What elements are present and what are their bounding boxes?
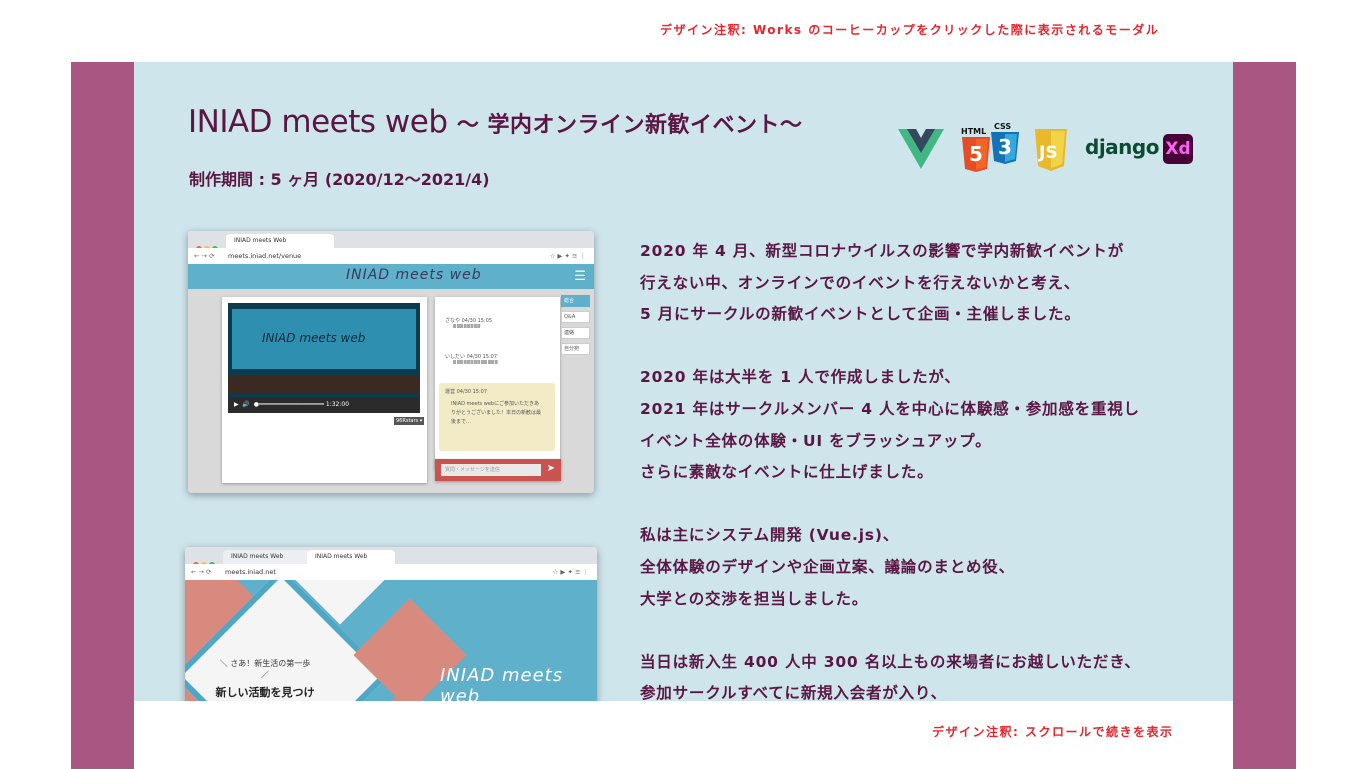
css3-logo: CSS 3 bbox=[991, 122, 1019, 164]
chat-message-meta: いしだい 04/30 15:07 bbox=[445, 354, 497, 360]
browser-tab: INIAD meets Web bbox=[226, 234, 334, 248]
design-annotation-bottom: デザイン注釈: スクロールで続きを表示 bbox=[932, 725, 1174, 739]
bubble-meta: 運営 04/30 15:07 bbox=[445, 389, 487, 395]
nav-icons: ← → ⟳ bbox=[191, 568, 212, 576]
production-period: 制作期間 : 5 ヶ月 (2020/12〜2021/4) bbox=[189, 170, 490, 189]
top-page: ＼ さあ！新生活の第一歩 ／ 新しい活動を見つけに。 入 場 INIAD mee… bbox=[185, 580, 597, 701]
chat-input-bar: 質問・メッセージを送信 ➤ bbox=[435, 459, 561, 481]
side-tab-3: 自分宛 bbox=[561, 343, 590, 355]
svg-text:JS: JS bbox=[1038, 143, 1058, 163]
description-paragraph: 2020 年 4 月、新型コロナウイルスの影響で学内新歓イベントが 行えない中、… bbox=[640, 236, 1200, 331]
venue-stage: INIAD meets web ▶ 🔊 ●━━━━━━━━━━━━━━━━━━ … bbox=[188, 289, 594, 493]
chat-side-tabs: 総合 Q&A 連絡 自分宛 bbox=[561, 295, 590, 359]
chat-bubble-official: 運営 04/30 15:07 INIAD meets webにご参加いただきあり… bbox=[439, 383, 555, 451]
django-logo: django bbox=[1085, 135, 1159, 159]
svg-text:5: 5 bbox=[969, 142, 983, 166]
decor-diamond bbox=[362, 687, 448, 701]
html5-logo: HTML 5 bbox=[961, 127, 990, 172]
description-line: イベント全体の体験・UI をブラッシュアップ。 bbox=[640, 431, 992, 450]
tagline-small: ＼ さあ！新生活の第一歩 ／ bbox=[219, 659, 311, 679]
side-tab-2: 連絡 bbox=[561, 327, 590, 339]
vue-logo bbox=[898, 129, 944, 169]
bubble-body: INIAD meets webにご参加いただきありがとうございました！本日の新歓… bbox=[451, 401, 542, 425]
nav-icons: ← → ⟳ bbox=[194, 252, 215, 260]
chat-message: いしだい 04/30 15:07 ⅢⅢⅢⅢⅢⅢⅢⅢⅢⅢⅢⅢⅢ bbox=[445, 353, 498, 366]
chat-message-body: ⅢⅢⅢⅢⅢⅢⅢⅢ bbox=[453, 324, 481, 330]
video-controls: ▶ 🔊 ●━━━━━━━━━━━━━━━━━━ 1:32:00 bbox=[228, 397, 420, 413]
svg-text:3: 3 bbox=[998, 135, 1012, 159]
chat-message-body: ⅢⅢⅢⅢⅢⅢⅢⅢⅢⅢⅢⅢⅢ bbox=[453, 360, 498, 366]
browser-tab-active: INIAD meets Web bbox=[307, 550, 395, 564]
url-text: meets.iniad.net/venue bbox=[228, 252, 302, 260]
chat-message: ざなや 04/30 15:05 ⅢⅢⅢⅢⅢⅢⅢⅢ bbox=[445, 317, 492, 330]
design-annotation-top: デザイン注釈: Works のコーヒーカップをクリックした際に表示されるモーダル bbox=[660, 23, 1160, 37]
description-line: 参加サークルすべてに新規入会者が入り、 bbox=[640, 684, 947, 701]
app-logo: INIAD meets web bbox=[440, 665, 564, 701]
extension-icons: ☆ ▶ ✦ ≡ ⋮ bbox=[549, 252, 586, 260]
screenshot-venue: INIAD meets Web ← → ⟳ meets.iniad.net/ve… bbox=[188, 231, 594, 493]
browser-tab: INIAD meets Web bbox=[223, 550, 311, 564]
entry-panel: ＼ さあ！新生活の第一歩 ／ 新しい活動を見つけに。 入 場 bbox=[215, 658, 315, 701]
modal-title: INIAD meets web 〜 学内オンライン新歓イベント〜 bbox=[188, 104, 803, 140]
app-logo: INIAD meets web bbox=[346, 267, 482, 283]
description-line: 当日は新入生 400 人中 300 名以上もの来場者にお越しいただき、 bbox=[640, 652, 1141, 671]
description-paragraph: 私は主にシステム開発 (Vue.js)、 全体体験のデザインや企画立案、議論のま… bbox=[640, 520, 1200, 615]
description-line: 5 月にサークルの新歓イベントとして企画・主催しました。 bbox=[640, 305, 1081, 324]
svg-text:HTML: HTML bbox=[961, 127, 986, 136]
extension-icons: ☆ ▶ ✦ ≡ ⋮ bbox=[552, 568, 589, 576]
chat-input: 質問・メッセージを送信 bbox=[441, 464, 541, 476]
screenshot-top: INIAD meets Web INIAD meets Web ← → ⟳ me… bbox=[185, 547, 597, 701]
description-line: 2020 年は大半を 1 人で作成しましたが、 bbox=[640, 368, 961, 387]
modal-title-sub: 〜 学内オンライン新歓イベント〜 bbox=[456, 113, 803, 138]
modal-title-main: INIAD meets web bbox=[188, 104, 448, 140]
description-line: 全体体験のデザインや企画立案、議論のまとめ役、 bbox=[640, 557, 1015, 576]
backdrop-right[interactable] bbox=[1233, 62, 1296, 769]
description-line: 大学との交渉を担当しました。 bbox=[640, 589, 869, 608]
description-line: 行えない中、オンラインでのイベントを行えないかと考え、 bbox=[640, 273, 1081, 292]
project-description: 2020 年 4 月、新型コロナウイルスの影響で学内新歓イベントが 行えない中、… bbox=[640, 236, 1200, 701]
browser-chrome: INIAD meets Web ← → ⟳ meets.iniad.net/ve… bbox=[188, 231, 594, 264]
description-line: さらに素敵なイベントに仕上げました。 bbox=[640, 463, 934, 482]
description-paragraph: 2020 年は大半を 1 人で作成しましたが、 2021 年はサークルメンバー … bbox=[640, 362, 1200, 488]
svg-text:CSS: CSS bbox=[994, 122, 1011, 131]
js-logo: JS bbox=[1035, 129, 1067, 171]
browser-chrome: INIAD meets Web INIAD meets Web ← → ⟳ me… bbox=[185, 547, 597, 580]
backdrop-left[interactable] bbox=[71, 62, 134, 769]
description-line: 私は主にシステム開発 (Vue.js)、 bbox=[640, 526, 900, 545]
description-paragraph: 当日は新入生 400 人中 300 名以上もの来場者にお越しいただき、 参加サー… bbox=[640, 647, 1200, 701]
chat-message-meta: ざなや 04/30 15:05 bbox=[445, 318, 492, 324]
video-option-button: 96Rstars ▾ bbox=[394, 417, 425, 425]
side-tab-1: Q&A bbox=[561, 311, 590, 323]
video-card: INIAD meets web ▶ 🔊 ●━━━━━━━━━━━━━━━━━━ … bbox=[222, 297, 427, 483]
address-bar: ← → ⟳ meets.iniad.net/venue ☆ ▶ ✦ ≡ ⋮ bbox=[188, 248, 594, 264]
address-bar: ← → ⟳ meets.iniad.net ☆ ▶ ✦ ≡ ⋮ bbox=[185, 564, 597, 580]
xd-logo: Xd bbox=[1163, 134, 1193, 164]
description-line: 2020 年 4 月、新型コロナウイルスの影響で学内新歓イベントが bbox=[640, 242, 1125, 260]
app-header: INIAD meets web ☰ bbox=[188, 264, 594, 289]
video-time: 1:32:00 bbox=[325, 401, 350, 408]
video-screen: INIAD meets web bbox=[232, 309, 416, 369]
video-floor bbox=[228, 375, 420, 393]
chat-panel: ざなや 04/30 15:05 ⅢⅢⅢⅢⅢⅢⅢⅢ いしだい 04/30 15:07… bbox=[435, 297, 560, 469]
side-tab-0: 総合 bbox=[561, 295, 590, 307]
description-line: 2021 年はサークルメンバー 4 人を中心に体験感・参加感を重視し bbox=[640, 399, 1140, 418]
url-text: meets.iniad.net bbox=[225, 568, 276, 576]
tagline: 新しい活動を見つけに。 bbox=[215, 686, 315, 699]
video-logo: INIAD meets web bbox=[262, 331, 366, 345]
works-modal: INIAD meets web 〜 学内オンライン新歓イベント〜 制作期間 : … bbox=[134, 62, 1233, 701]
send-icon: ➤ bbox=[546, 463, 555, 474]
menu-icon: ☰ bbox=[574, 269, 586, 284]
video-player: INIAD meets web ▶ 🔊 ●━━━━━━━━━━━━━━━━━━ … bbox=[228, 303, 420, 413]
